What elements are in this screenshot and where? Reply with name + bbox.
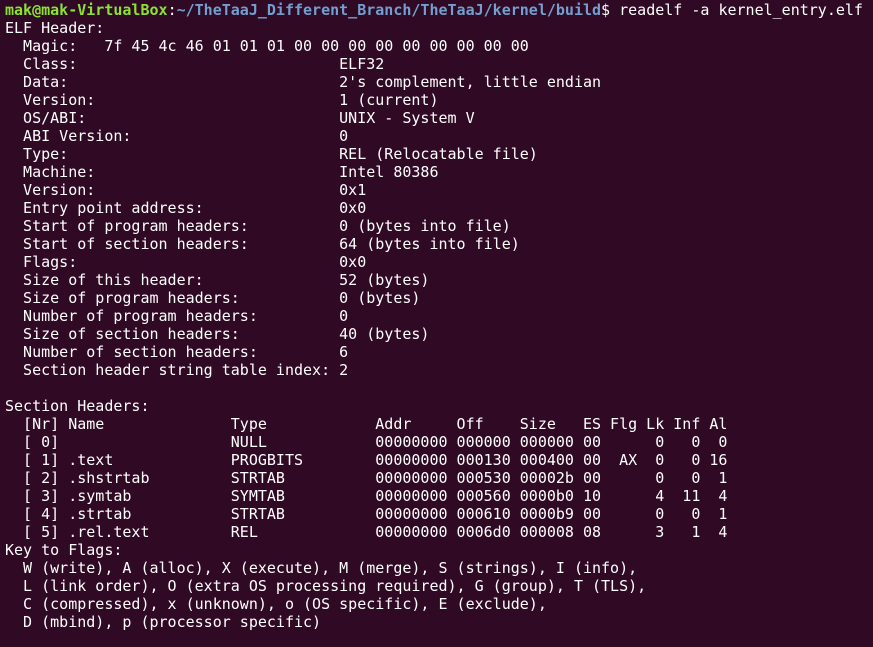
- output-line: ABI Version: 0: [5, 127, 349, 145]
- output-line: Entry point address: 0x0: [5, 199, 367, 217]
- output-line: Key to Flags:: [5, 541, 123, 559]
- output-line: L (link order), O (extra OS processing r…: [5, 577, 647, 595]
- output-line: Section Headers:: [5, 397, 150, 415]
- output-line: Size of this header: 52 (bytes): [5, 271, 430, 289]
- command-text: readelf -a kernel_entry.elf: [619, 1, 863, 19]
- output-line: Version: 1 (current): [5, 91, 439, 109]
- output-line: ELF Header:: [5, 19, 105, 37]
- output-line: Class: ELF32: [5, 55, 385, 73]
- output-line: Type: REL (Relocatable file): [5, 145, 538, 163]
- terminal-output: ELF Header: Magic: 7f 45 4c 46 01 01 01 …: [5, 19, 873, 631]
- output-line: Flags: 0x0: [5, 253, 367, 271]
- command-prompt-line: mak@mak-VirtualBox:~/TheTaaJ_Different_B…: [5, 1, 873, 19]
- output-line: Size of program headers: 0 (bytes): [5, 289, 421, 307]
- output-line: [ 1] .text PROGBITS 00000000 000130 0004…: [5, 451, 728, 469]
- output-line: [ 5] .rel.text REL 00000000 0006d0 00000…: [5, 523, 728, 541]
- output-line: Section header string table index: 2: [5, 361, 349, 379]
- output-line: [ 2] .shstrtab STRTAB 00000000 000530 00…: [5, 469, 728, 487]
- output-line: OS/ABI: UNIX - System V: [5, 109, 475, 127]
- output-line: Magic: 7f 45 4c 46 01 01 01 00 00 00 00 …: [5, 37, 529, 55]
- output-line: Start of section headers: 64 (bytes into…: [5, 235, 520, 253]
- output-line: Size of section headers: 40 (bytes): [5, 325, 430, 343]
- output-line: Number of section headers: 6: [5, 343, 349, 361]
- output-line: [ 4] .strtab STRTAB 00000000 000610 0000…: [5, 505, 728, 523]
- output-line: [ 3] .symtab SYMTAB 00000000 000560 0000…: [5, 487, 728, 505]
- output-line: Machine: Intel 80386: [5, 163, 439, 181]
- output-line: W (write), A (alloc), X (execute), M (me…: [5, 559, 638, 577]
- output-line: Number of program headers: 0: [5, 307, 349, 325]
- output-line: C (compressed), x (unknown), o (OS speci…: [5, 595, 547, 613]
- output-line: Version: 0x1: [5, 181, 367, 199]
- output-line: [ 0] NULL 00000000 000000 000000 00 0 0 …: [5, 433, 728, 451]
- output-line: Data: 2's complement, little endian: [5, 73, 602, 91]
- prompt-user-host: mak@mak-VirtualBox: [5, 1, 168, 19]
- prompt-symbol: $: [601, 1, 620, 19]
- output-line: D (mbind), p (processor specific): [5, 613, 322, 631]
- output-line: [Nr] Name Type Addr Off Size ES Flg Lk I…: [5, 415, 728, 433]
- prompt-separator: :: [167, 1, 177, 19]
- output-line: Start of program headers: 0 (bytes into …: [5, 217, 511, 235]
- terminal-window[interactable]: mak@mak-VirtualBox:~/TheTaaJ_Different_B…: [0, 0, 873, 647]
- prompt-path: ~/TheTaaJ_Different_Branch/TheTaaJ/kerne…: [176, 1, 602, 19]
